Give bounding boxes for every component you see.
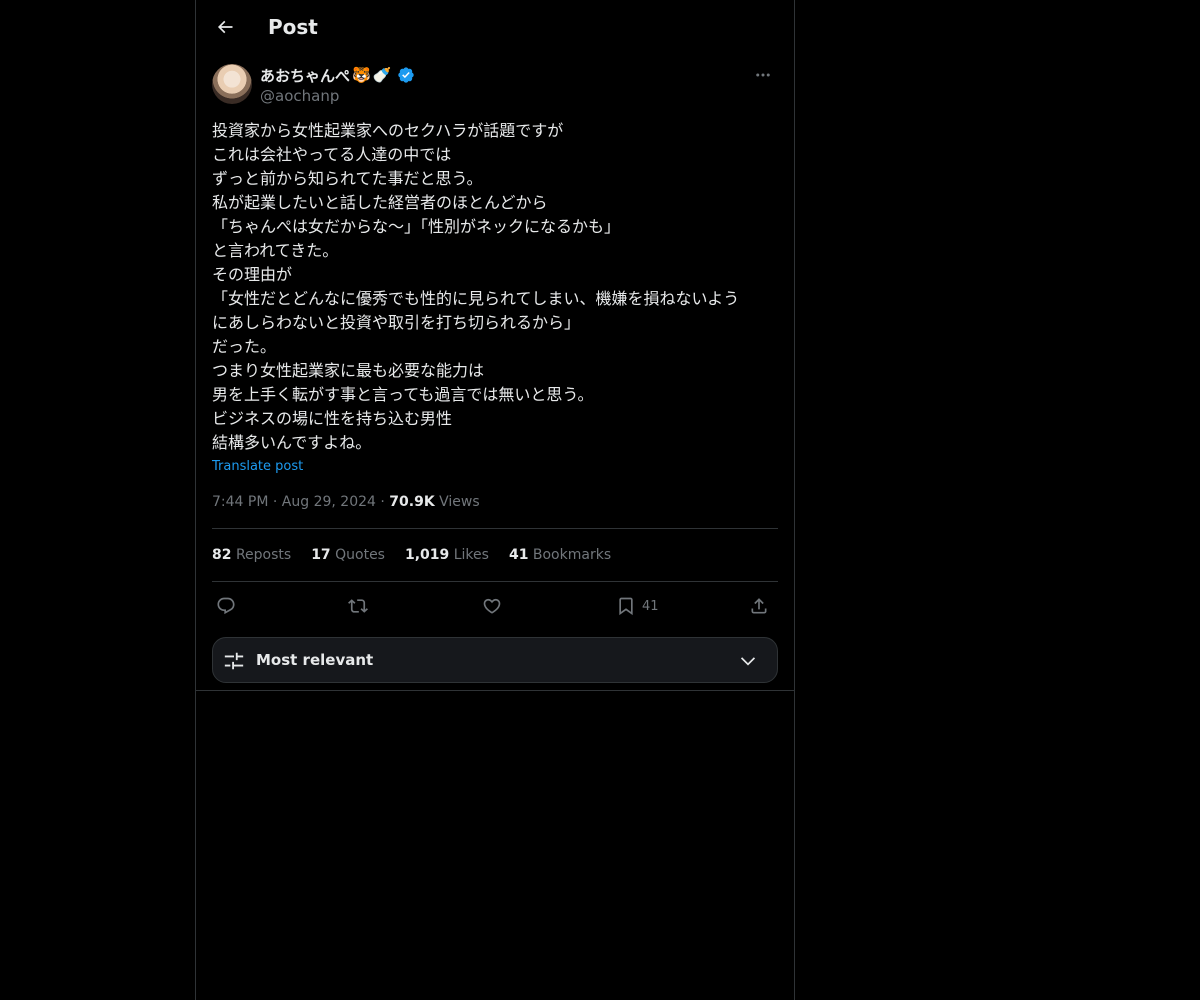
reply-icon	[217, 597, 235, 615]
tweet-line: と言われてきた。	[212, 241, 339, 260]
tiger-emoji: 🐯	[352, 66, 371, 84]
repost-button[interactable]	[348, 592, 368, 620]
bookmark-button[interactable]: 41	[616, 592, 659, 620]
tweet-line: これは会社やってる人達の中では	[212, 145, 452, 164]
display-name-line: あおちゃんぺ 🐯 🍼	[260, 64, 415, 86]
tweet-line: ビジネスの場に性を持ち込む男性	[212, 409, 453, 428]
user-handle[interactable]: @aochanp	[260, 86, 339, 106]
page-header: Post	[196, 0, 794, 54]
back-arrow-icon	[217, 20, 233, 34]
page-title: Post	[268, 15, 318, 39]
tweet-line: 投資家から女性起業家へのセクハラが話題ですが	[212, 121, 564, 140]
likes-count: 1,019	[404, 547, 450, 563]
meta-separator: ·	[272, 494, 278, 510]
likes-stat[interactable]: 1,019 Likes	[405, 545, 489, 565]
share-button[interactable]	[749, 592, 769, 620]
tweet-line: だった。	[212, 337, 277, 356]
sliders-icon	[224, 652, 244, 670]
share-icon	[751, 598, 767, 614]
quotes-stat[interactable]: 17 Quotes	[311, 545, 385, 565]
tweet-line: その理由が	[212, 265, 293, 284]
divider	[212, 528, 778, 529]
more-options-button[interactable]	[748, 64, 778, 86]
display-name[interactable]: あおちゃんぺ	[260, 65, 350, 86]
tweet-line: 私が起業したいと話した経営者のほとんどから	[212, 193, 548, 212]
divider	[212, 581, 778, 582]
reposts-label: Reposts	[235, 547, 292, 563]
tweet-text: 投資家から女性起業家へのセクハラが話題ですが これは会社やってる人達の中では ず…	[212, 119, 778, 455]
bookmarks-count: 41	[508, 547, 529, 563]
main-column: Post あおちゃんぺ 🐯 🍼 @aochanp 投資家から女性起業家へのセクハ…	[195, 0, 795, 1000]
verified-badge-icon	[398, 67, 415, 83]
back-button[interactable]	[208, 10, 242, 44]
reposts-count: 82	[212, 547, 232, 563]
bookmarks-label: Bookmarks	[532, 547, 612, 563]
tweet-line: つまり女性起業家に最も必要な能力は	[212, 361, 485, 380]
avatar[interactable]	[212, 64, 252, 104]
divider	[196, 690, 794, 691]
like-button[interactable]	[482, 592, 502, 620]
stats-row: 82 Reposts 17 Quotes 1,019 Likes 41 Book…	[212, 545, 611, 565]
reply-button[interactable]	[216, 592, 236, 620]
reposts-stat[interactable]: 82 Reposts	[212, 545, 291, 565]
bookmark-count: 41	[642, 598, 659, 614]
tweet-line: 結構多いんですよね。	[212, 433, 372, 452]
actions-row: 41	[212, 590, 778, 622]
meta-separator: ·	[380, 494, 385, 510]
chevron-down-icon	[740, 657, 756, 666]
quotes-count: 17	[311, 547, 331, 563]
tweet-line: 「ちゃんぺは女だからな〜」「性別がネックになるかも」	[212, 217, 621, 236]
reply-sort-dropdown[interactable]: Most relevant	[212, 637, 778, 683]
tweet-line: 男を上手く転がす事と言っても過言では無いと思う。	[212, 385, 594, 404]
heart-icon	[483, 598, 501, 614]
bottle-emoji: 🍼	[372, 66, 392, 84]
author-row: あおちゃんぺ 🐯 🍼 @aochanp	[212, 64, 778, 108]
post-meta: 7:44 PM · Aug 29, 2024 · 70.9K Views	[212, 492, 480, 512]
tweet-line: ずっと前から知られてた事だと思う。	[212, 169, 483, 188]
translate-post-link[interactable]: Translate post	[212, 458, 303, 476]
quotes-label: Quotes	[335, 547, 385, 563]
bookmark-icon	[619, 597, 633, 616]
tweet-line: 「女性だとどんなに優秀でも性的に見られてしまい、機嫌を損ねないよう	[212, 289, 740, 308]
bookmarks-stat[interactable]: 41 Bookmarks	[509, 545, 611, 565]
repost-icon	[348, 599, 368, 613]
more-dots-icon	[756, 73, 770, 77]
post-date[interactable]: Aug 29, 2024	[282, 494, 376, 510]
likes-label: Likes	[453, 547, 489, 563]
views-count: 70.9K	[389, 494, 435, 510]
sort-label: Most relevant	[256, 651, 374, 669]
tweet-line: にあしらわないと投資や取引を打ち切られるから」	[212, 313, 581, 332]
post-time[interactable]: 7:44 PM	[212, 494, 268, 510]
views-label: Views	[439, 494, 480, 510]
